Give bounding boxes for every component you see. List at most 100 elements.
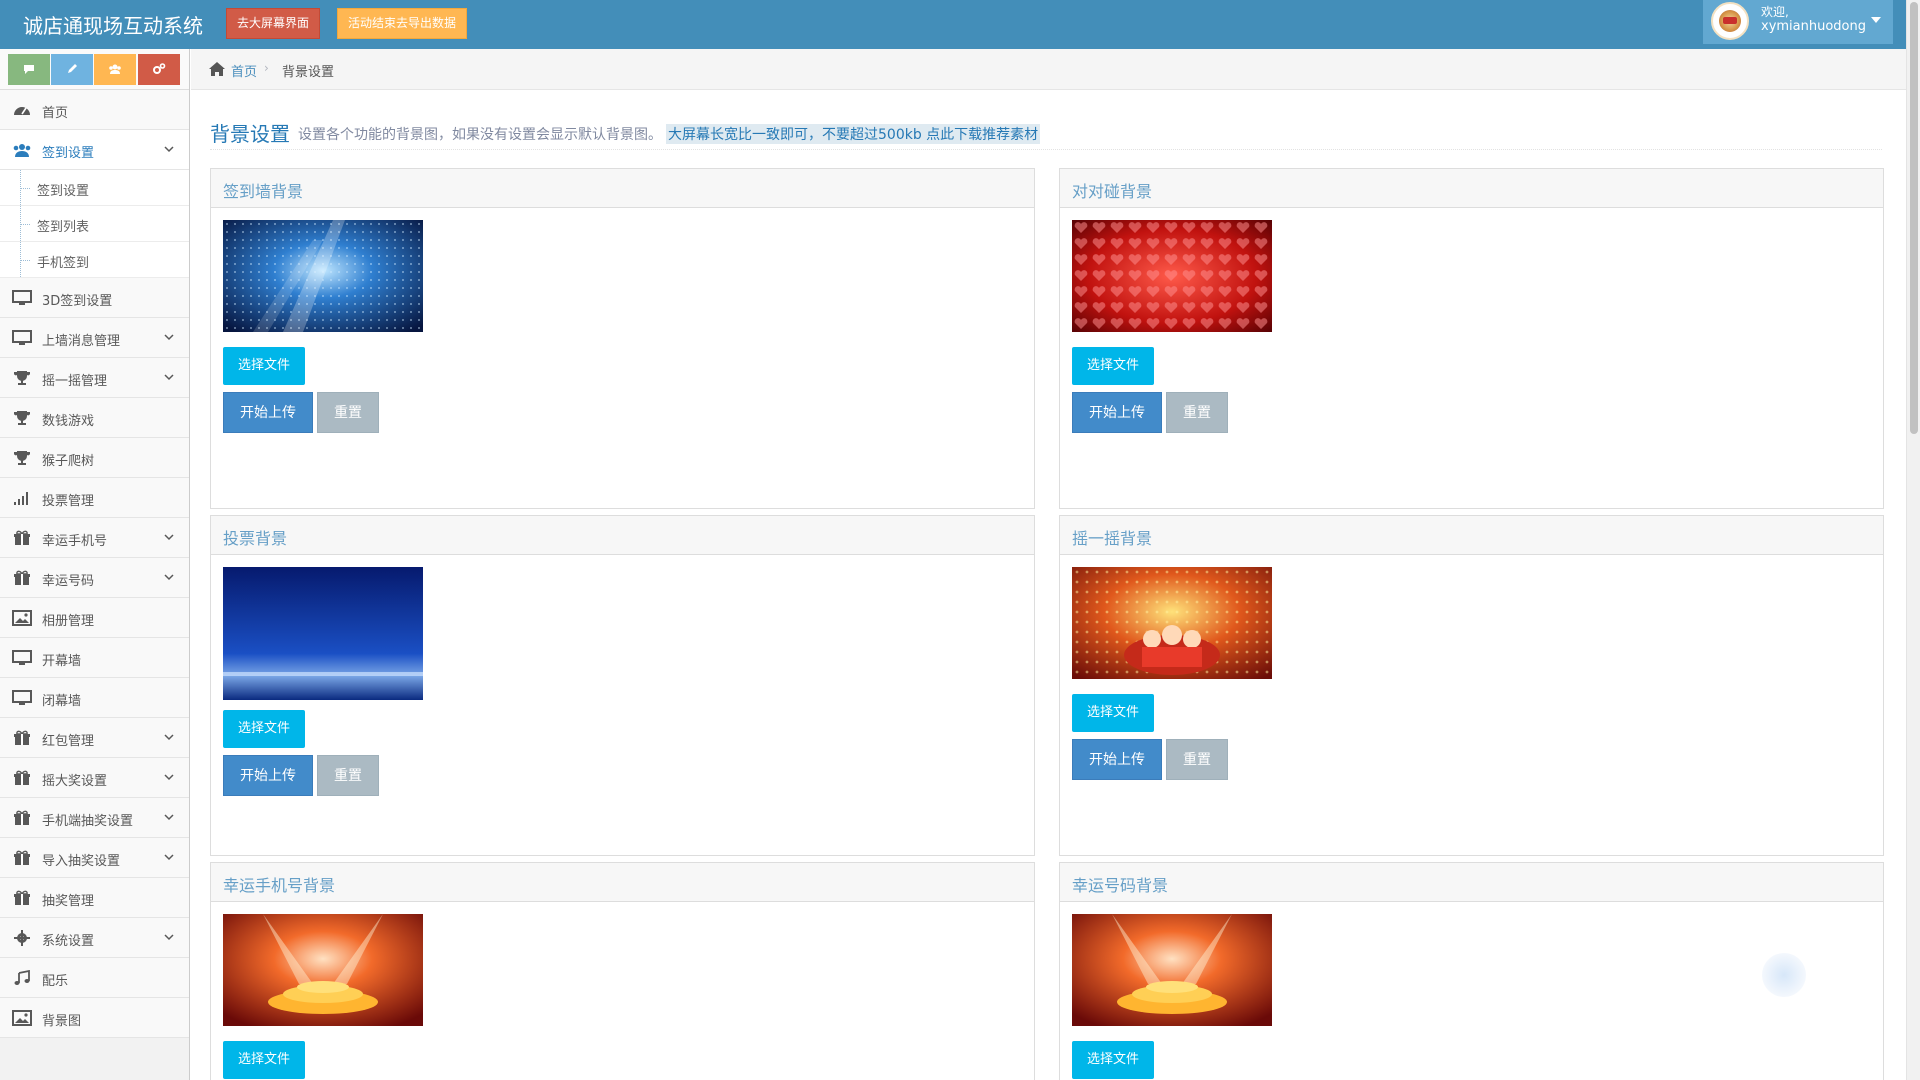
sidebar-item-system-settings[interactable]: 系统设置 [0, 918, 189, 958]
sidebar-item-label: 闭幕墙 [42, 694, 82, 709]
start-upload-button[interactable]: 开始上传 [223, 392, 313, 433]
sidebar-item-closing-wall[interactable]: 闭幕墙 [0, 678, 189, 718]
chevron-down-icon [164, 854, 174, 861]
sidebar-item-label: 数钱游戏 [42, 414, 95, 429]
panel-header: 幸运手机号背景 [211, 863, 1034, 902]
reset-button[interactable]: 重置 [1166, 739, 1228, 780]
floating-helper-button[interactable] [1762, 953, 1806, 997]
panel-header: 投票背景 [211, 516, 1034, 555]
sidebar-item-shake[interactable]: 摇一摇管理 [0, 358, 189, 398]
sidebar-item-wall-messages[interactable]: 上墙消息管理 [0, 318, 189, 358]
choose-file-button[interactable]: 选择文件 [223, 1041, 305, 1079]
shortcut-settings-button[interactable] [138, 54, 180, 85]
sidebar: 首页 签到设置 签到设置 签到列表 手机签到 3D签到设置 上墙消息管理 摇一摇… [0, 49, 190, 1080]
submenu-item-checkin-list[interactable]: 签到列表 [0, 206, 189, 242]
export-data-button[interactable]: 活动结束去导出数据 [337, 8, 468, 39]
sidebar-item-label: 摇大奖设置 [42, 774, 108, 789]
shortcut-group-button[interactable] [94, 54, 136, 85]
gift-icon [14, 850, 30, 865]
vote-bg-thumbnail [223, 567, 423, 700]
reset-button[interactable]: 重置 [1166, 392, 1228, 433]
download-materials-link[interactable]: 大屏幕长宽比一致即可，不要超过500kb 点此下载推荐素材 [666, 124, 1041, 144]
sidebar-item-album[interactable]: 相册管理 [0, 598, 189, 638]
breadcrumb: 首页 › 背景设置 [191, 49, 1906, 90]
desktop-icon [12, 290, 32, 305]
sidebar-item-label: 幸运手机号 [42, 534, 108, 549]
choose-file-button[interactable]: 选择文件 [1072, 1041, 1154, 1079]
submenu-item-mobile-checkin[interactable]: 手机签到 [0, 242, 189, 278]
sidebar-item-opening-wall[interactable]: 开幕墙 [0, 638, 189, 678]
bigscreen-button[interactable]: 去大屏幕界面 [226, 8, 321, 39]
sidebar-item-monkey-climb[interactable]: 猴子爬树 [0, 438, 189, 478]
scrollbar-thumb[interactable] [1910, 2, 1918, 434]
user-name: xymianhuodong [1761, 19, 1866, 34]
app-title[interactable]: 诚店通现场互动系统 [23, 10, 203, 39]
sidebar-item-checkin-settings[interactable]: 签到设置 [0, 130, 189, 170]
desktop-icon [12, 650, 32, 665]
panel-header: 签到墙背景 [211, 169, 1034, 208]
page-scrollbar[interactable] [1906, 0, 1920, 1080]
sidebar-item-3d-checkin[interactable]: 3D签到设置 [0, 278, 189, 318]
page-title: 背景设置 [210, 122, 290, 146]
sidebar-item-label: 摇一摇管理 [42, 374, 108, 389]
start-upload-button[interactable]: 开始上传 [223, 755, 313, 796]
sidebar-item-label: 红包管理 [42, 734, 95, 749]
music-icon [14, 970, 30, 985]
gift-icon [14, 730, 30, 745]
trophy-icon [14, 451, 30, 465]
panel-title: 摇一摇背景 [1072, 529, 1153, 548]
sidebar-item-background[interactable]: 背景图 [0, 998, 189, 1038]
sidebar-menu: 首页 签到设置 签到设置 签到列表 手机签到 3D签到设置 上墙消息管理 摇一摇… [0, 90, 189, 1038]
sidebar-item-label: 配乐 [42, 974, 69, 989]
reset-button[interactable]: 重置 [317, 392, 379, 433]
sidebar-item-lottery-manage[interactable]: 抽奖管理 [0, 878, 189, 918]
trophy-icon [14, 411, 30, 425]
checkin-wall-bg-thumbnail [223, 220, 423, 332]
submenu-item-checkin-settings[interactable]: 签到设置 [0, 170, 189, 206]
choose-file-button[interactable]: 选择文件 [223, 347, 305, 385]
cogs-icon [153, 63, 166, 74]
gift-icon [14, 570, 30, 585]
sidebar-item-red-packet[interactable]: 红包管理 [0, 718, 189, 758]
sidebar-item-music[interactable]: 配乐 [0, 958, 189, 998]
shortcut-edit-button[interactable] [51, 54, 93, 85]
cog-icon [14, 930, 30, 946]
gift-icon [14, 810, 30, 825]
sidebar-item-home[interactable]: 首页 [0, 90, 189, 130]
reset-button[interactable]: 重置 [317, 755, 379, 796]
sidebar-item-voting[interactable]: 投票管理 [0, 478, 189, 518]
sidebar-item-label: 首页 [42, 106, 69, 121]
user-menu[interactable]: 欢迎, xymianhuodong [1703, 0, 1893, 44]
sidebar-item-money-game[interactable]: 数钱游戏 [0, 398, 189, 438]
chevron-down-icon [164, 574, 174, 581]
choose-file-button[interactable]: 选择文件 [223, 710, 305, 748]
sidebar-item-label: 幸运号码 [42, 574, 95, 589]
group-icon [109, 64, 121, 74]
choose-file-button[interactable]: 选择文件 [1072, 347, 1154, 385]
breadcrumb-home-link[interactable]: 首页 [231, 61, 257, 80]
sidebar-item-label: 3D签到设置 [42, 294, 113, 309]
start-upload-button[interactable]: 开始上传 [1072, 392, 1162, 433]
submenu-item-label: 签到设置 [37, 184, 90, 199]
sidebar-item-label: 签到设置 [42, 146, 95, 161]
desktop-icon [12, 690, 32, 705]
choose-file-button[interactable]: 选择文件 [1072, 694, 1154, 732]
caret-down-icon [1871, 17, 1881, 23]
panel-checkin-wall-bg: 签到墙背景 选择文件 开始上传 重置 [210, 168, 1035, 509]
sidebar-item-lucky-phone[interactable]: 幸运手机号 [0, 518, 189, 558]
lucky-number-bg-thumbnail [1072, 914, 1272, 1026]
chevron-down-icon [164, 534, 174, 541]
panel-title: 幸运号码背景 [1072, 876, 1169, 895]
page-description: 设置各个功能的背景图，如果没有设置会显示默认背景图。 [298, 127, 662, 143]
start-upload-button[interactable]: 开始上传 [1072, 739, 1162, 780]
sidebar-shortcuts [0, 49, 189, 90]
sidebar-item-mobile-lottery[interactable]: 手机端抽奖设置 [0, 798, 189, 838]
chevron-down-icon [164, 146, 174, 153]
chevron-down-icon [164, 934, 174, 941]
lucky-phone-bg-thumbnail [223, 914, 423, 1026]
sidebar-item-lucky-number[interactable]: 幸运号码 [0, 558, 189, 598]
sidebar-item-shake-prize[interactable]: 摇大奖设置 [0, 758, 189, 798]
shortcut-comment-button[interactable] [8, 54, 50, 85]
panel-shake-bg: 摇一摇背景 选择文件 开始上传 重置 [1059, 515, 1884, 856]
sidebar-item-import-lottery[interactable]: 导入抽奖设置 [0, 838, 189, 878]
